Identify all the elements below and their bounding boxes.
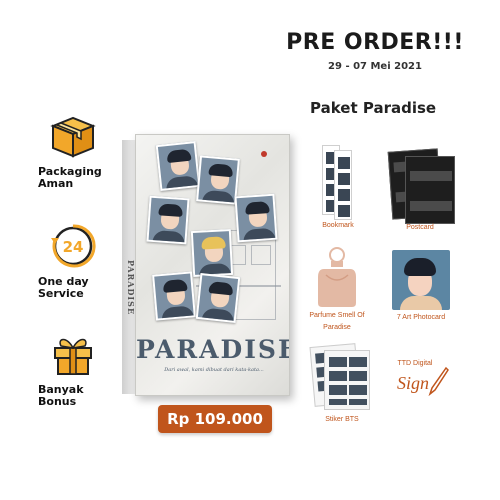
feature-bonus: Banyak Bonus [28, 330, 118, 408]
bonus-item-label: Bookmark [322, 222, 354, 229]
book-tagline: Dari awal, kami dibuat dari kata-kata... [164, 367, 264, 373]
member-photo [190, 228, 234, 278]
member-photo [152, 271, 196, 321]
pre-order-date: 29 - 07 Mei 2021 [328, 61, 422, 72]
book-product-image: PARADISE PARADISE Dari awal, kami dibuat… [122, 134, 290, 396]
svg-text:24: 24 [63, 238, 84, 256]
pen-icon [428, 366, 449, 396]
package-box-icon [50, 116, 96, 158]
pre-order-title: PRE ORDER!!! [286, 30, 464, 55]
bonus-item-label: Stiker BTS [325, 416, 359, 423]
postcard-image [405, 156, 455, 224]
member-photo [155, 141, 201, 191]
24-hour-service-icon: 24 [51, 224, 96, 268]
member-photo [146, 195, 190, 245]
member-photo [234, 193, 278, 243]
gift-box-icon [54, 338, 92, 375]
feature-label: Packaging Aman [38, 165, 102, 190]
book-spine: PARADISE [122, 140, 136, 394]
feature-label: One day Service [38, 275, 89, 300]
parfume-icon [318, 247, 356, 307]
feature-label: Banyak Bonus [38, 383, 84, 408]
bonus-item-label: Postcard [406, 224, 434, 231]
book-cover: PARADISE Dari awal, kami dibuat dari kat… [135, 134, 290, 396]
sticker-sheet-image [324, 350, 370, 410]
book-title: PARADISE [136, 335, 290, 364]
bonus-item-label: 7 Art Photocard [396, 314, 446, 321]
signature-text: Sign [397, 373, 430, 393]
art-photocard-image [392, 250, 450, 310]
feature-packaging: Packaging Aman [28, 112, 118, 190]
member-photo [196, 155, 240, 205]
member-photo [195, 273, 241, 323]
feature-one-day-service: 24 One day Service [28, 222, 118, 300]
bonus-item-label: Parfume Smell Of Paradise [309, 312, 365, 331]
bookmark-image [334, 150, 352, 220]
window-sketch [251, 245, 271, 265]
publisher-logo [261, 151, 267, 157]
header: PRE ORDER!!! 29 - 07 Mei 2021 [260, 30, 490, 72]
price-badge: Rp 109.000 [158, 405, 272, 433]
paket-title: Paket Paradise [310, 99, 437, 117]
